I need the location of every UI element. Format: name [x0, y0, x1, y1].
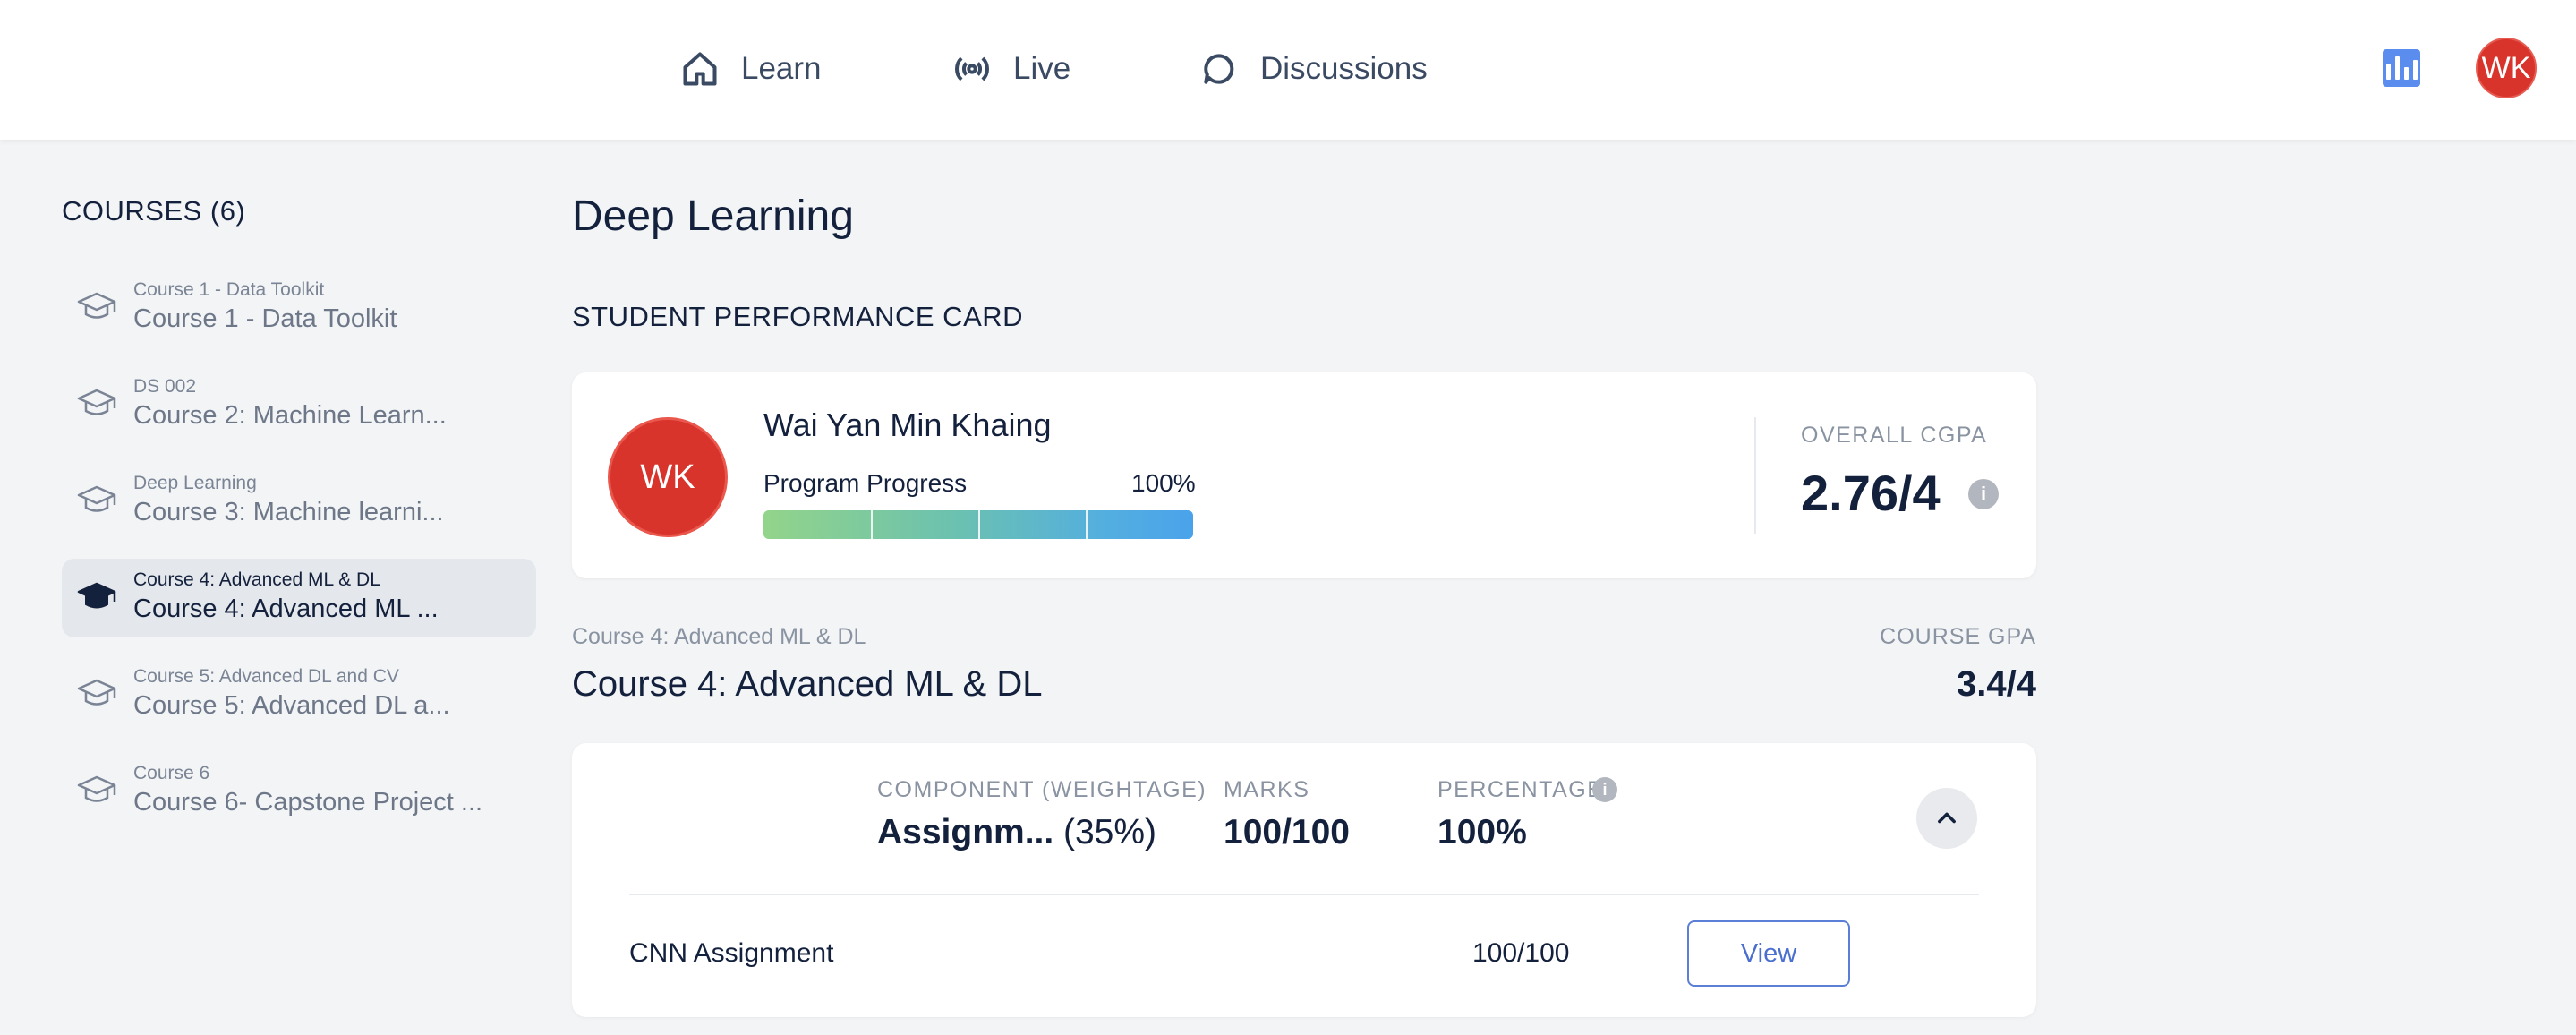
student-name: Wai Yan Min Khaing [763, 406, 1052, 443]
component-card: COMPONENT (WEIGHTAGE) MARKS PERCENTAGE i… [572, 743, 2036, 1017]
student-avatar: WK [608, 417, 728, 537]
page-title: Deep Learning [572, 192, 854, 240]
row-divider [629, 894, 1979, 895]
sidebar-course-label: Course 6- Capstone Project ... [133, 788, 483, 817]
sidebar-course-label: Course 2: Machine Learn... [133, 401, 447, 430]
progress-label: Program Progress [763, 469, 968, 497]
sidebar-course-sub: Course 6 [133, 763, 210, 783]
sidebar-course-label: Course 4: Advanced ML ... [133, 594, 439, 623]
course-name: Course 4: Advanced ML & DL [572, 664, 1043, 704]
graduation-cap-icon [76, 774, 117, 809]
sidebar-course-3[interactable]: Deep Learning Course 3: Machine learni..… [62, 462, 536, 541]
info-icon[interactable]: i [1968, 479, 1999, 509]
nav-discussions[interactable]: Discussions [1199, 38, 1428, 100]
progress-value: 100% [1131, 469, 1196, 497]
bar-chart-icon [2385, 64, 2391, 80]
graduation-cap-icon [76, 387, 117, 423]
home-icon [683, 52, 717, 86]
sidebar-course-4[interactable]: Course 4: Advanced ML & DL Course 4: Adv… [62, 559, 536, 637]
stats-button[interactable] [2383, 49, 2420, 87]
graduation-cap-icon [76, 290, 117, 326]
component-name: Assignm... [877, 813, 1054, 851]
nav-discussions-label: Discussions [1260, 51, 1428, 86]
progress-segment-divider [978, 510, 980, 539]
performance-card: WK Wai Yan Min Khaing Program Progress 1… [572, 372, 2036, 578]
progress-segment-divider [1086, 510, 1088, 539]
sidebar-course-sub: Course 4: Advanced ML & DL [133, 569, 380, 590]
info-icon[interactable]: i [1592, 777, 1617, 802]
column-header-marks: MARKS [1224, 777, 1310, 802]
section-title: STUDENT PERFORMANCE CARD [572, 301, 1024, 332]
sidebar-title: COURSES (6) [62, 195, 246, 227]
program-progress-bar [763, 510, 1193, 539]
component-percentage: 100% [1437, 813, 1527, 851]
cgpa-value: 2.76/4 [1801, 465, 1941, 521]
component-marks: 100/100 [1224, 813, 1350, 851]
chat-bubble-icon [1204, 54, 1234, 84]
view-button[interactable]: View [1687, 920, 1850, 987]
course-gpa-label: COURSE GPA [1880, 624, 2036, 649]
progress-segment-divider [871, 510, 873, 539]
sidebar-course-label: Course 1 - Data Toolkit [133, 304, 397, 333]
course-subtitle: Course 4: Advanced ML & DL [572, 624, 866, 649]
nav-live-label: Live [1013, 51, 1071, 86]
bar-chart-icon-bar [2412, 60, 2418, 80]
progress-fill [763, 510, 1193, 539]
sidebar-course-sub: Deep Learning [133, 473, 257, 493]
column-header-percentage: PERCENTAGE [1437, 777, 1604, 802]
assignment-name: CNN Assignment [629, 938, 834, 968]
sidebar-course-sub: DS 002 [133, 376, 197, 397]
assignment-marks: 100/100 [1472, 938, 1570, 968]
bar-chart-icon-bar [2403, 67, 2409, 80]
sidebar-course-label: Course 5: Advanced DL a... [133, 691, 450, 720]
sidebar-course-sub: Course 1 - Data Toolkit [133, 279, 325, 300]
component-weightage: (35%) [1063, 813, 1157, 851]
cgpa-label: OVERALL CGPA [1801, 423, 1988, 448]
sidebar-course-6[interactable]: Course 6 Course 6- Capstone Project ... [62, 752, 536, 831]
nav-learn-label: Learn [741, 51, 822, 86]
bar-chart-icon-bar [2394, 56, 2400, 80]
graduation-cap-icon [76, 677, 117, 713]
top-navigation-bar: Learn Live Discussions WK [0, 0, 2576, 140]
collapse-button[interactable] [1916, 788, 1977, 849]
column-header-component: COMPONENT (WEIGHTAGE) [877, 777, 1207, 802]
broadcast-icon [954, 56, 990, 81]
sidebar-course-2[interactable]: DS 002 Course 2: Machine Learn... [62, 365, 536, 444]
nav-learn[interactable]: Learn [680, 38, 822, 100]
nav-live[interactable]: Live [952, 38, 1070, 100]
graduation-cap-icon [76, 483, 117, 519]
sidebar-course-1[interactable]: Course 1 - Data Toolkit Course 1 - Data … [62, 269, 536, 347]
sidebar-course-sub: Course 5: Advanced DL and CV [133, 666, 399, 687]
graduation-cap-icon [76, 580, 117, 616]
sidebar-course-5[interactable]: Course 5: Advanced DL and CV Course 5: A… [62, 655, 536, 734]
user-avatar[interactable]: WK [2476, 38, 2537, 98]
chevron-up-icon [1938, 812, 1956, 824]
card-divider [1754, 417, 1756, 534]
course-gpa-value: 3.4/4 [1957, 664, 2036, 704]
sidebar-course-label: Course 3: Machine learni... [133, 498, 444, 526]
